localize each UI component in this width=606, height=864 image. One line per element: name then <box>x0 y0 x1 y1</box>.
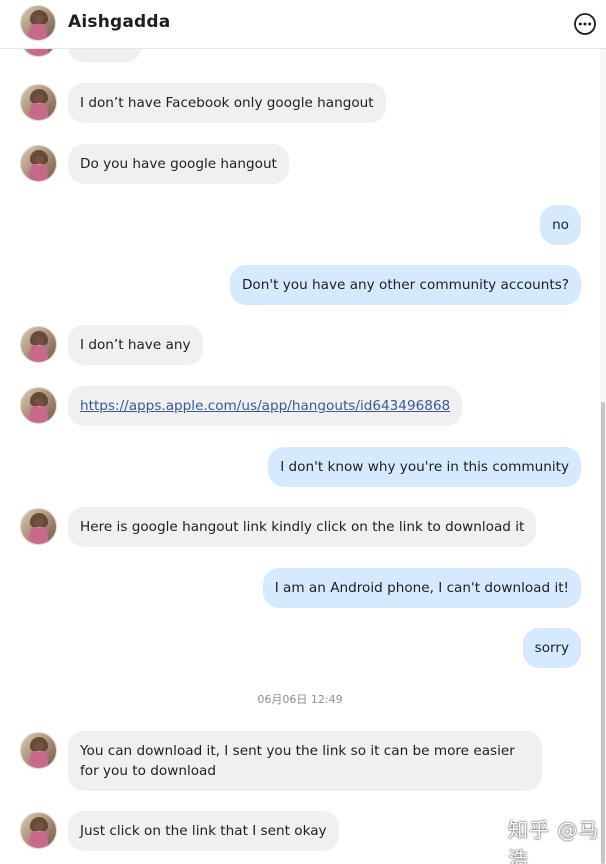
message-link[interactable]: https://apps.apple.com/us/app/hangouts/i… <box>80 398 450 414</box>
message-bubble-outgoing: no <box>540 205 581 245</box>
ellipsis-circle-icon[interactable] <box>573 12 597 36</box>
sender-avatar <box>20 326 57 363</box>
message-bubble-outgoing: Don't you have any other community accou… <box>229 265 581 305</box>
scrollbar-thumb[interactable] <box>601 402 605 864</box>
message-bubble-outgoing: sorry <box>522 628 581 668</box>
sender-avatar <box>20 508 57 545</box>
message-bubble-outgoing: I am an Android phone, I can't download … <box>262 568 581 608</box>
contact-avatar[interactable] <box>20 5 56 41</box>
message-bubble-outgoing: I don't know why you're in this communit… <box>268 447 581 487</box>
sender-avatar <box>20 812 57 849</box>
message-bubble-incoming: I don’t have Facebook only google hangou… <box>68 83 386 123</box>
watermark: 知乎 @马浩 <box>508 818 600 864</box>
message-timestamp: 06月06日 12:49 <box>257 693 343 706</box>
chat-window: Aishgadda I don’t have Facebook only goo… <box>0 0 606 864</box>
message-bubble-incoming: Here is google hangout link kindly click… <box>68 507 537 547</box>
sender-avatar <box>20 732 57 769</box>
chat-header: Aishgadda <box>0 0 606 49</box>
message-bubble-incoming: I don’t have any <box>68 325 203 365</box>
sender-avatar <box>20 145 57 182</box>
message-bubble-incoming: Just click on the link that I sent okay <box>68 811 339 851</box>
message-bubble-incoming: Do you have google hangout <box>68 144 289 184</box>
contact-name[interactable]: Aishgadda <box>68 12 170 32</box>
sender-avatar <box>20 387 57 424</box>
message-bubble-incoming: You can download it, I sent you the link… <box>68 731 542 791</box>
sender-avatar <box>20 84 57 121</box>
message-bubble-incoming: https://apps.apple.com/us/app/hangouts/i… <box>68 386 463 426</box>
